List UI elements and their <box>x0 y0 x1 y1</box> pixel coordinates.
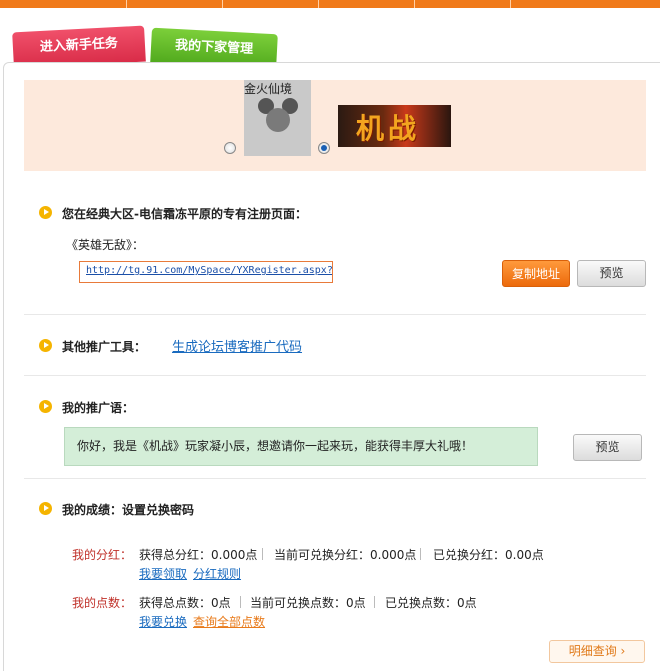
nav-separator <box>414 0 415 8</box>
bullet-icon <box>39 502 52 515</box>
game-name-label: 《英雄无敌》： <box>66 238 145 252</box>
preview-page-button[interactable]: 预览 <box>577 260 646 287</box>
nav-separator <box>222 0 223 8</box>
dividend-rules-link[interactable]: 分红规则 <box>193 565 241 582</box>
vertical-separator <box>262 548 263 560</box>
dividend-label: 我的分红： <box>72 548 133 562</box>
results-heading: 我的成绩：设置兑换密码 <box>62 503 195 517</box>
preview-message-button[interactable]: 预览 <box>573 434 642 461</box>
section-divider <box>24 375 646 376</box>
top-nav-bar <box>0 0 660 8</box>
vertical-separator <box>240 596 241 608</box>
dividend-total: 获得总分红：0.000点 <box>139 548 258 562</box>
bullet-icon <box>39 400 52 413</box>
query-all-points-link[interactable]: 查询全部点数 <box>193 613 265 630</box>
dividend-available: 当前可兑换分红：0.000点 <box>274 548 417 562</box>
nav-separator <box>318 0 319 8</box>
nav-separator <box>126 0 127 8</box>
points-total: 获得总点数：0点 <box>139 596 231 610</box>
promo-message-box: 你好，我是《机战》玩家凝小辰，想邀请你一起来玩，能获得丰厚大礼哦！ <box>64 427 538 466</box>
register-heading: 您在经典大区-电信霜冻平原的专有注册页面： <box>62 207 307 221</box>
template-radio-2[interactable] <box>318 142 330 154</box>
dividend-redeemed: 已兑换分红：0.00点 <box>433 548 544 562</box>
register-url-field[interactable]: http://tg.91.com/MySpace/YXRegister.aspx… <box>79 261 333 283</box>
slogan-heading: 我的推广语： <box>62 401 135 415</box>
claim-dividend-link[interactable]: 我要领取 <box>139 565 187 582</box>
thumbnail-caption: 金火仙境 <box>244 82 293 96</box>
redeem-points-link[interactable]: 我要兑换 <box>139 613 187 630</box>
section-divider <box>24 314 646 315</box>
vertical-separator <box>374 596 375 608</box>
detail-query-button[interactable]: 明细查询 › <box>549 640 645 663</box>
game-logo-text: 机战 <box>356 112 421 145</box>
bullet-icon <box>39 206 52 219</box>
vertical-separator <box>420 548 421 560</box>
copy-url-button[interactable]: 复制地址 <box>502 260 570 287</box>
mouse-logo-icon <box>256 98 300 138</box>
template-radio-1[interactable] <box>224 142 236 154</box>
template-thumbnail-2[interactable]: 机战 <box>338 105 451 147</box>
points-available: 当前可兑换点数：0点 <box>250 596 366 610</box>
generate-code-link[interactable]: 生成论坛博客推广代码 <box>172 336 302 355</box>
section-divider <box>24 478 646 479</box>
nav-separator <box>510 0 511 8</box>
bullet-icon <box>39 339 52 352</box>
points-redeemed: 已兑换点数：0点 <box>385 596 477 610</box>
template-banner <box>24 80 646 171</box>
tools-heading: 其他推广工具： <box>62 340 147 354</box>
points-label: 我的点数： <box>72 596 133 610</box>
